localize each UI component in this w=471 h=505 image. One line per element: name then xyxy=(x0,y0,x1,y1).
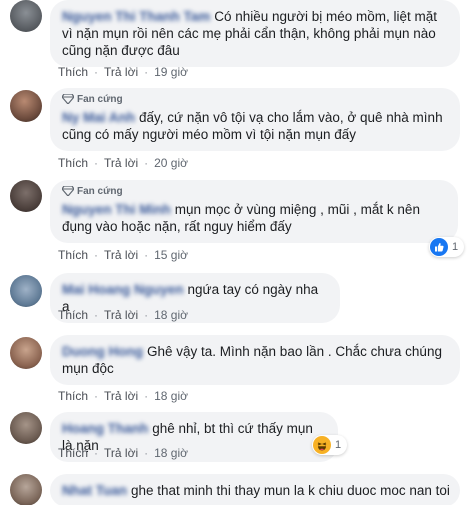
reaction-count[interactable]: 1 xyxy=(312,435,348,455)
comment-timestamp[interactable]: 18 giờ xyxy=(154,389,188,403)
like-link[interactable]: Thích xyxy=(58,308,88,322)
avatar[interactable] xyxy=(10,90,42,122)
comment-timestamp[interactable]: 19 giờ xyxy=(154,65,188,79)
diamond-icon xyxy=(61,93,75,105)
comment-actions: Thích · Trả lời · 20 giờ xyxy=(58,156,188,170)
like-link[interactable]: Thích xyxy=(58,389,88,403)
avatar[interactable] xyxy=(10,474,42,505)
reply-link[interactable]: Trả lời xyxy=(104,389,138,403)
comment-bubble: Fan cứng Nguyen Thi Minh mụn mọc ở vùng m… xyxy=(50,180,458,243)
comment-actions: Thích · Trả lời · 15 giờ xyxy=(58,248,188,262)
comment-actions: Thích · Trả lời · 18 giờ xyxy=(58,446,188,460)
comment-author[interactable]: Ny Mai Anh xyxy=(62,110,135,125)
separator: · xyxy=(94,248,99,262)
fan-badge: Fan cứng xyxy=(61,185,446,198)
reaction-number: 1 xyxy=(452,241,459,253)
separator: · xyxy=(144,446,149,460)
comment-timestamp[interactable]: 18 giờ xyxy=(154,308,188,322)
avatar[interactable] xyxy=(10,180,42,212)
comment-author[interactable]: Mai Hoang Nguyen xyxy=(62,282,184,297)
comment-timestamp[interactable]: 15 giờ xyxy=(154,248,188,262)
like-link[interactable]: Thích xyxy=(58,156,88,170)
separator: · xyxy=(94,156,99,170)
separator: · xyxy=(94,389,99,403)
reply-link[interactable]: Trả lời xyxy=(104,65,138,79)
comment-author[interactable]: Duong Hong xyxy=(62,344,143,359)
reply-link[interactable]: Trả lời xyxy=(104,446,138,460)
separator: · xyxy=(94,446,99,460)
separator: · xyxy=(94,308,99,322)
comment-feed: Nguyen Thi Thanh Tam Có nhiều người bị mé… xyxy=(0,0,471,505)
reply-link[interactable]: Trả lời xyxy=(104,156,138,170)
separator: · xyxy=(144,156,149,170)
separator: · xyxy=(94,65,99,79)
fan-badge: Fan cứng xyxy=(61,93,448,106)
like-link[interactable]: Thích xyxy=(58,446,88,460)
like-link[interactable]: Thích xyxy=(58,248,88,262)
comment-actions: Thích · Trả lời · 18 giờ xyxy=(58,389,188,403)
reply-link[interactable]: Trả lời xyxy=(104,308,138,322)
comment-bubble: Fan cứng Ny Mai Anh đấy, cứ nặn vô tội vạ… xyxy=(50,88,460,151)
comment-author[interactable]: Nguyen Thi Thanh Tam xyxy=(62,9,210,24)
comment-timestamp[interactable]: 20 giờ xyxy=(154,156,188,170)
badge-label: Fan cứng xyxy=(77,94,123,105)
comment-bubble: Nguyen Thi Thanh Tam Có nhiều người bị mé… xyxy=(50,0,460,67)
comment-bubble: Nhat Tuan ghe that minh thi thay mun la k… xyxy=(50,474,460,505)
comment-bubble: Duong Hong Ghê vậy ta. Mình nặn bao lần .… xyxy=(50,335,460,385)
comment-actions: Thích · Trả lời · 19 giờ xyxy=(58,65,188,79)
badge-label: Fan cứng xyxy=(77,186,123,197)
haha-icon xyxy=(313,436,331,454)
avatar[interactable] xyxy=(10,337,42,369)
comment-author[interactable]: Nhat Tuan xyxy=(62,483,127,498)
like-icon xyxy=(430,238,448,256)
diamond-icon xyxy=(61,185,75,197)
like-link[interactable]: Thích xyxy=(58,65,88,79)
comment-timestamp[interactable]: 18 giờ xyxy=(154,446,188,460)
separator: · xyxy=(144,248,149,262)
comment-actions: Thích · Trả lời · 18 giờ xyxy=(58,308,188,322)
comment-text: ghe that minh thi thay mun la k chiu duo… xyxy=(131,483,450,498)
reaction-number: 1 xyxy=(335,439,342,451)
reply-link[interactable]: Trả lời xyxy=(104,248,138,262)
separator: · xyxy=(144,308,149,322)
comment-author[interactable]: Nguyen Thi Minh xyxy=(62,202,171,217)
avatar[interactable] xyxy=(10,275,42,307)
separator: · xyxy=(144,389,149,403)
separator: · xyxy=(144,65,149,79)
avatar[interactable] xyxy=(10,412,42,444)
comment-author[interactable]: Hoang Thanh xyxy=(62,421,148,436)
reaction-count[interactable]: 1 xyxy=(429,237,465,257)
avatar[interactable] xyxy=(10,0,42,32)
